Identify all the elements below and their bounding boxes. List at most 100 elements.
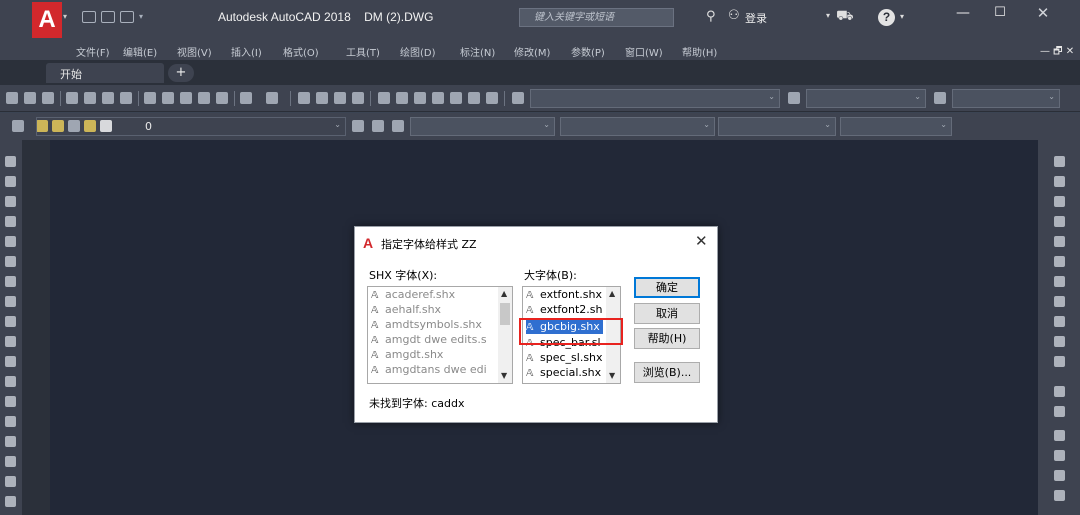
menu-draw[interactable]: 绘图(D) [400,44,436,59]
ellipse-icon[interactable] [5,336,16,347]
dim-style-select[interactable]: ⌄ [806,89,926,108]
extend-icon[interactable] [1054,356,1065,367]
copy-object-icon[interactable] [1054,176,1065,187]
open-file-icon[interactable] [101,11,115,23]
offset-icon[interactable] [1054,216,1065,227]
new-file-icon[interactable] [82,11,96,23]
polygon-icon[interactable] [5,216,16,227]
gradient-icon[interactable] [5,456,16,467]
mirror-icon[interactable] [1054,196,1065,207]
make-current-layer-icon[interactable] [352,120,364,132]
publish-icon[interactable] [102,92,114,104]
signin-link[interactable]: 登录 [745,10,767,26]
color-select[interactable]: ⌄ [410,117,555,136]
polyline-icon[interactable] [5,196,16,207]
color-control-icon[interactable] [392,120,404,132]
pan-icon[interactable] [298,92,310,104]
help-icon[interactable]: ? [878,9,895,26]
table-style-select[interactable]: ⌄ [952,89,1060,108]
list-item[interactable]: 𝔸special.shx [526,366,601,380]
help-dropdown-icon[interactable]: ▾ [900,12,904,21]
menu-parametric[interactable]: 参数(P) [571,44,605,59]
menu-edit[interactable]: 编辑(E) [123,44,157,59]
scroll-down-icon[interactable]: ▼ [609,371,615,380]
preview-icon[interactable] [84,92,96,104]
design-center-icon[interactable] [396,92,408,104]
copy-icon[interactable] [162,92,174,104]
make-block-icon[interactable] [5,396,16,407]
list-item[interactable]: 𝔸extfont.shx [526,288,602,302]
help-tool-icon[interactable] [486,92,498,104]
blend-curves-icon[interactable] [1054,470,1065,481]
paste-icon[interactable] [180,92,192,104]
cut-icon[interactable] [144,92,156,104]
user-icon[interactable]: ⚇ [728,8,740,23]
qnew-icon[interactable] [6,92,18,104]
menu-dimension[interactable]: 标注(N) [460,44,495,59]
menu-view[interactable]: 视图(V) [177,44,212,59]
revision-cloud-icon[interactable] [5,296,16,307]
list-item[interactable]: 𝔸aehalf.shx [371,303,441,317]
properties-icon[interactable] [378,92,390,104]
menu-file[interactable]: 文件(F) [76,44,110,59]
document-window-controls[interactable]: — 🗗 ✕ [1040,44,1074,61]
layer-properties-icon[interactable] [12,120,24,132]
list-item[interactable]: 𝔸spec_sl.shx [526,351,603,365]
block-icon[interactable] [198,92,210,104]
quickcalc-icon[interactable] [468,92,480,104]
trim-icon[interactable] [1054,336,1065,347]
array-icon[interactable] [1054,236,1065,247]
menu-tools[interactable]: 工具(T) [346,44,380,59]
layer-select[interactable]: ⌄ [36,117,346,136]
scroll-down-icon[interactable]: ▼ [501,371,507,380]
join-icon[interactable] [1054,406,1065,417]
chamfer-icon[interactable] [1054,430,1065,441]
plotstyle-select[interactable]: ⌄ [840,117,952,136]
text-style-icon[interactable] [512,92,524,104]
tab-start[interactable]: 开始 [46,63,164,83]
search-input[interactable]: 键入关键字或短语 [519,8,674,27]
point-icon[interactable] [5,416,16,427]
move-icon[interactable] [1054,256,1065,267]
list-item[interactable]: 𝔸amgdt dwe edits.s [371,333,487,347]
cart-icon[interactable]: ⛟ [836,8,854,26]
save-icon[interactable] [42,92,54,104]
open-icon[interactable] [24,92,36,104]
menu-window[interactable]: 窗口(W) [625,44,663,59]
dim-style-icon[interactable] [788,92,800,104]
cancel-button[interactable]: 取消 [634,303,700,324]
menu-help[interactable]: 帮助(H) [682,44,717,59]
binoculars-icon[interactable]: ⚲ [706,9,716,24]
zoom-previous-icon[interactable] [352,92,364,104]
stretch-icon[interactable] [1054,316,1065,327]
hatch-icon[interactable] [5,436,16,447]
fillet-icon[interactable] [1054,450,1065,461]
lineweight-select[interactable]: ⌄ [718,117,836,136]
menu-modify[interactable]: 修改(M) [514,44,550,59]
zoom-window-icon[interactable] [334,92,346,104]
table-icon[interactable] [5,496,16,507]
zoom-realtime-icon[interactable] [316,92,328,104]
shx-list-scrollbar[interactable]: ▲ ▼ [498,287,512,383]
ellipse-arc-icon[interactable] [5,356,16,367]
list-item[interactable]: 𝔸extfont2.sh [526,303,602,317]
redo-icon[interactable] [266,92,278,104]
arc-icon[interactable] [5,256,16,267]
markup-icon[interactable] [450,92,462,104]
list-item[interactable]: 𝔸amgdtans dwe edi [371,363,487,377]
close-button[interactable]: ✕ [1030,4,1056,24]
match-properties-icon[interactable] [216,92,228,104]
undo-icon[interactable] [240,92,252,104]
signin-dropdown-icon[interactable]: ▾ [826,11,830,20]
line-icon[interactable] [5,156,16,167]
explode-icon[interactable] [1054,490,1065,501]
list-item[interactable]: 𝔸amgdt.shx [371,348,443,362]
rotate-icon[interactable] [1054,276,1065,287]
list-item[interactable]: 𝔸amdtsymbols.shx [371,318,482,332]
scale-icon[interactable] [1054,296,1065,307]
dialog-close-button[interactable]: ✕ [695,232,708,250]
list-item[interactable]: 𝔸acaderef.shx [371,288,455,302]
rectangle-icon[interactable] [5,236,16,247]
circle-icon[interactable] [5,276,16,287]
layer-previous-icon[interactable] [372,120,384,132]
